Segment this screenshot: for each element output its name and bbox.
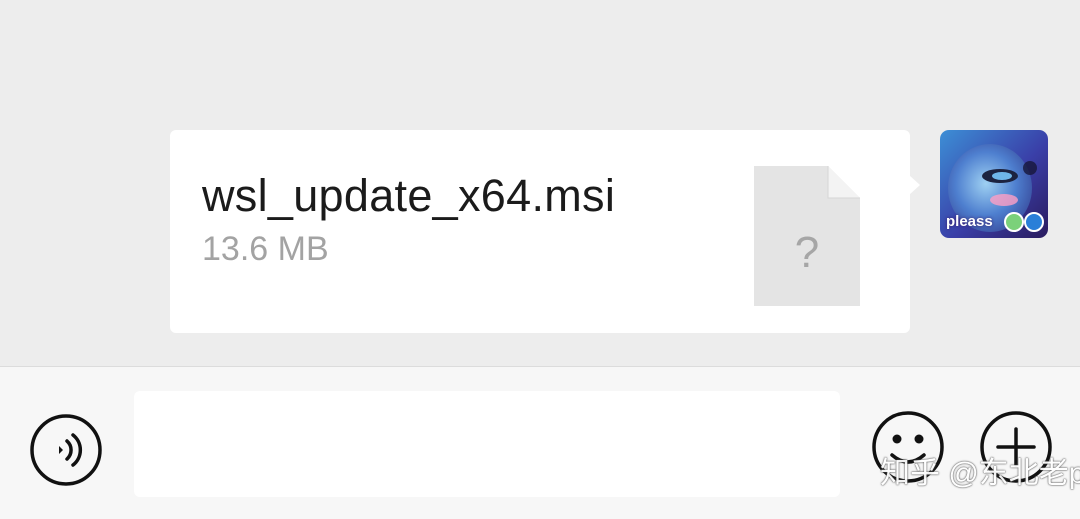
- watermark: 知乎 @东北老p: [880, 457, 1080, 490]
- input-bar: [0, 366, 1080, 519]
- file-size: 13.6 MB: [202, 230, 329, 268]
- file-icon-glyph: ?: [794, 228, 820, 277]
- voice-icon: [30, 414, 102, 486]
- bubble-tail: [909, 175, 920, 195]
- avatar-label: pleass: [946, 213, 993, 230]
- file-name: wsl_update_x64.msi: [202, 170, 616, 221]
- message-input[interactable]: [134, 391, 840, 497]
- chat-area: wsl_update_x64.msi 13.6 MB ? pleass: [0, 0, 1080, 366]
- avatar[interactable]: pleass: [940, 130, 1048, 238]
- voice-button[interactable]: [29, 413, 103, 487]
- file-message-bubble[interactable]: wsl_update_x64.msi 13.6 MB ?: [170, 130, 920, 333]
- unknown-file-icon: ?: [754, 166, 860, 306]
